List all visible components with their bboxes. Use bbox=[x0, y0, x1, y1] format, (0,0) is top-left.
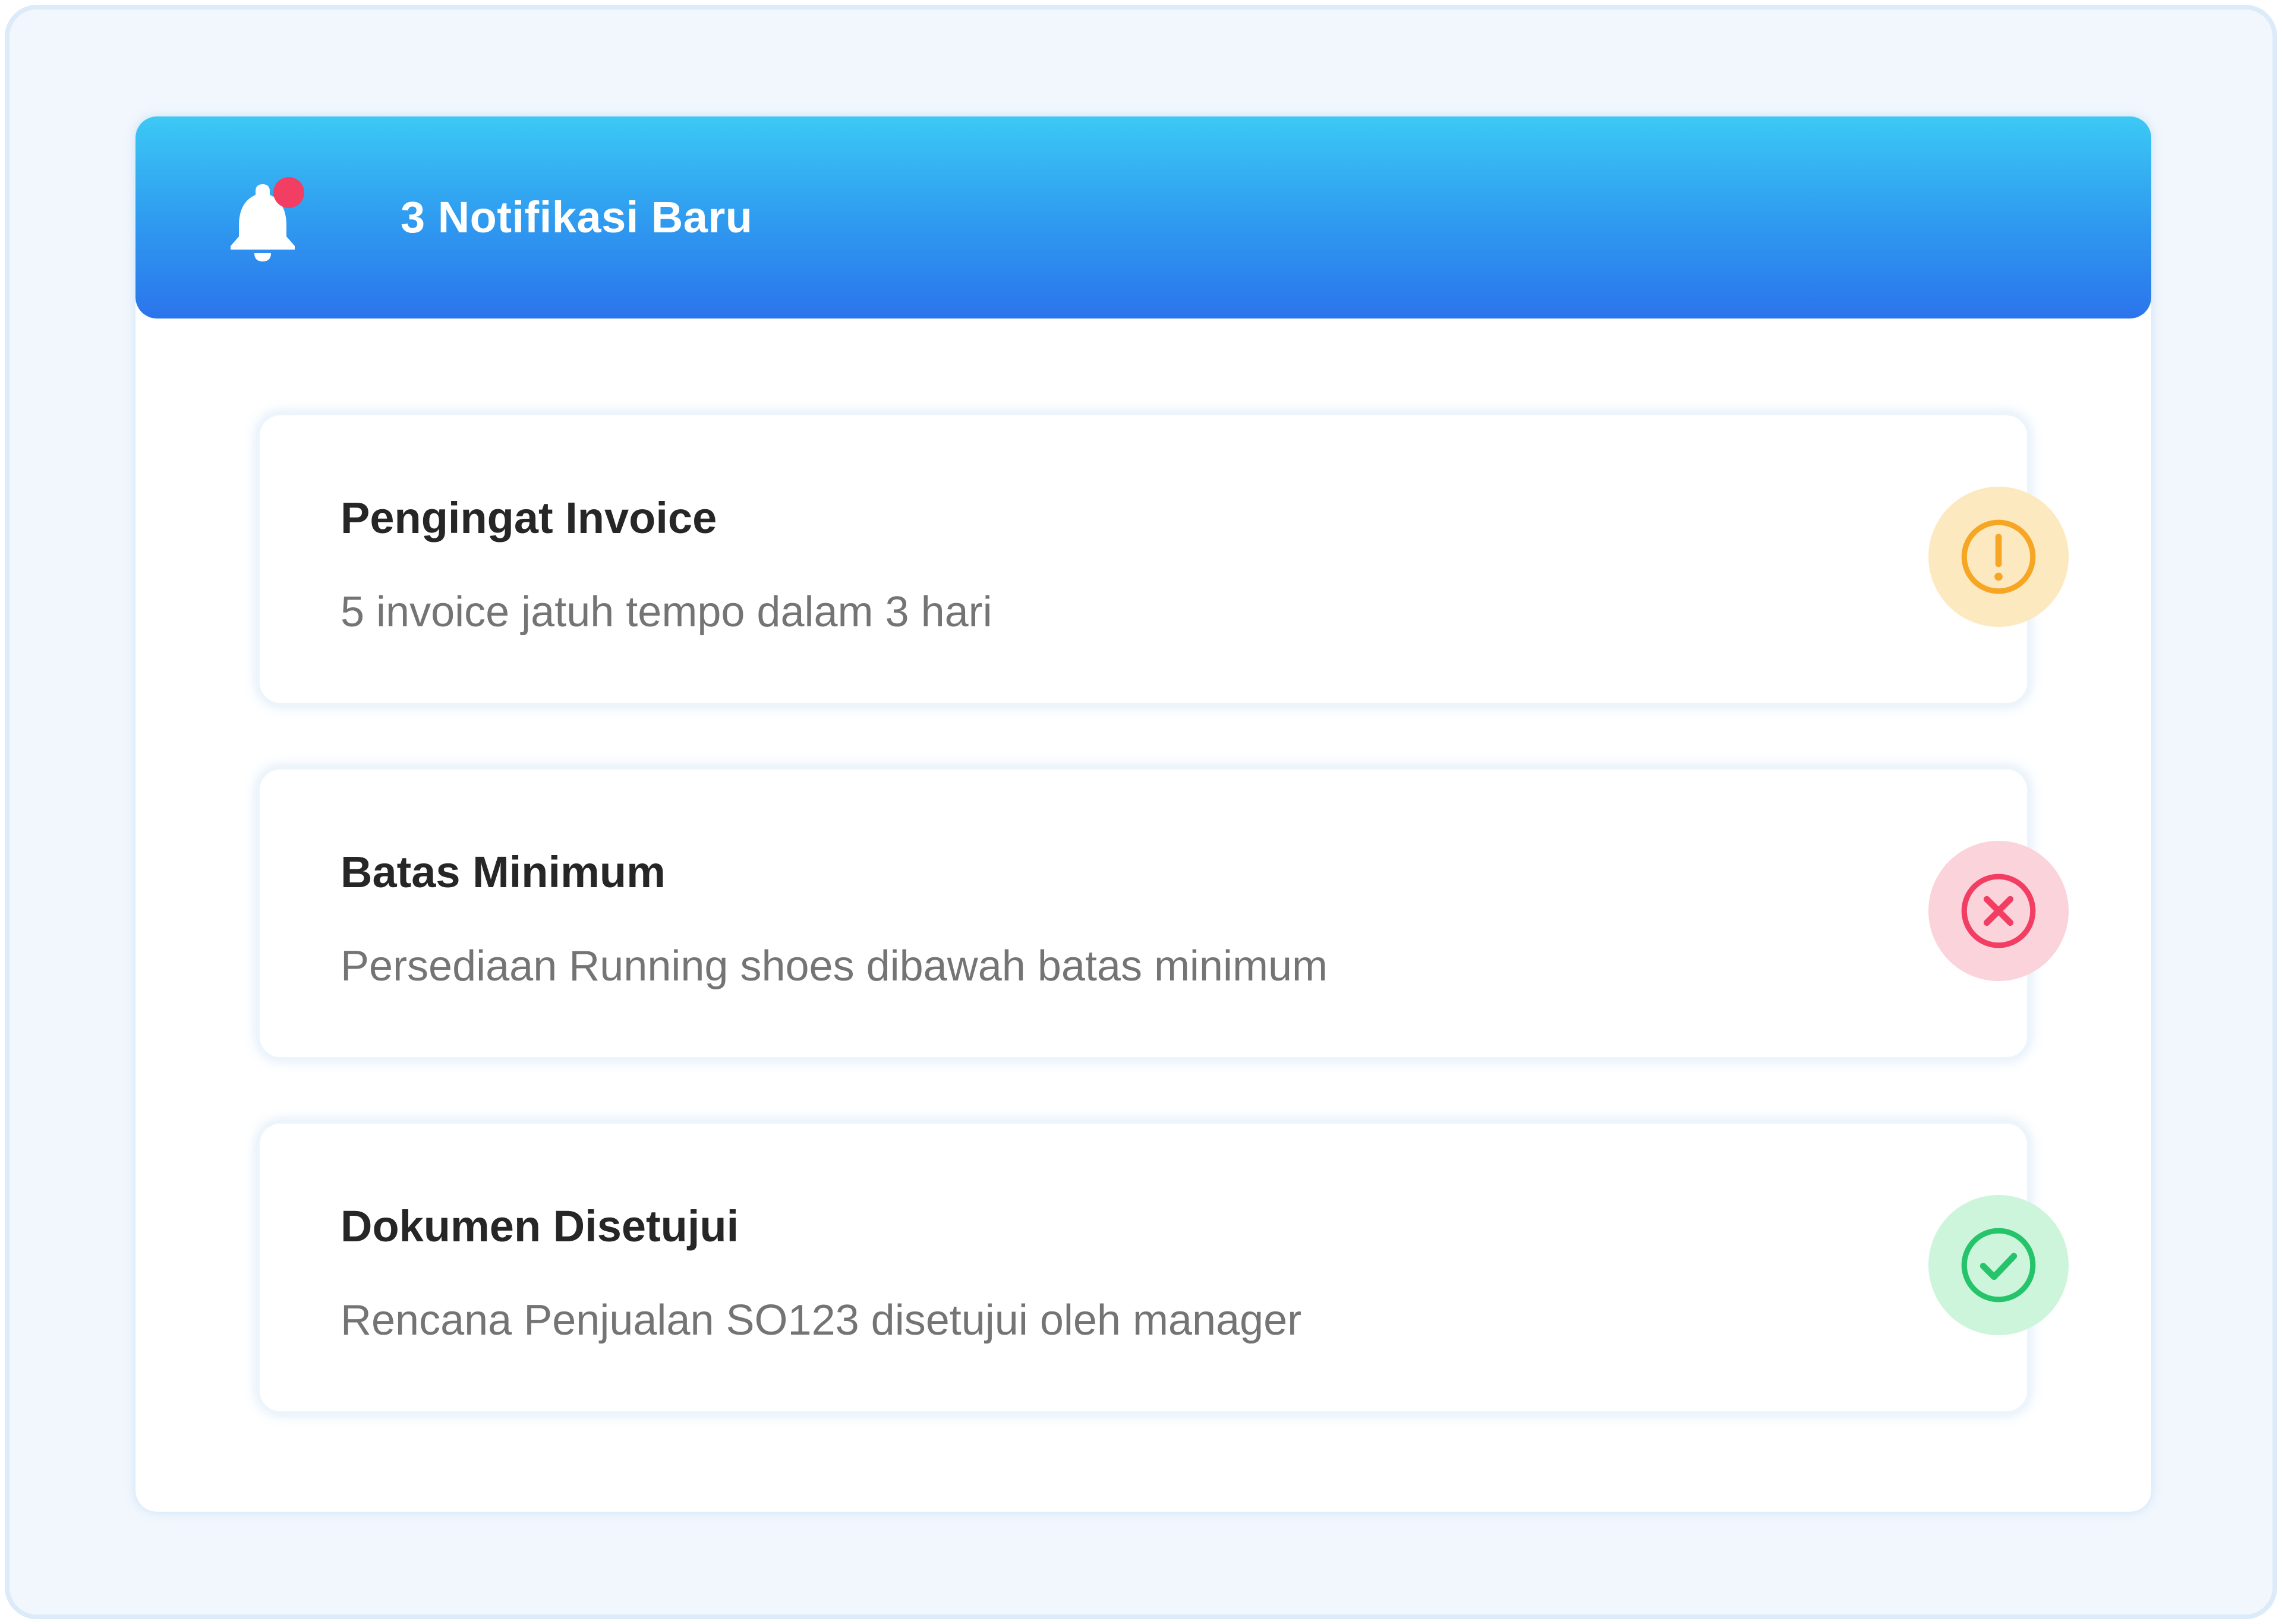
notification-description: Rencana Penjualan SO123 disetujui oleh m… bbox=[341, 1297, 1302, 1344]
notification-description: Persediaan Running shoes dibawah batas m… bbox=[341, 942, 1328, 990]
notification-card-invoice[interactable]: Pengingat Invoice 5 invoice jatuh tempo … bbox=[257, 412, 2069, 706]
notification-card-minimum-stock[interactable]: Batas Minimum Persediaan Running shoes d… bbox=[257, 767, 2069, 1060]
notification-title: Batas Minimum bbox=[341, 847, 666, 897]
notification-badge-dot bbox=[273, 177, 304, 208]
notification-panel: 3 Notifikasi Baru Pengingat Invoice 5 in… bbox=[135, 116, 2151, 1512]
notification-header: 3 Notifikasi Baru bbox=[135, 116, 2151, 319]
bell-icon[interactable] bbox=[219, 171, 314, 266]
x-circle-icon bbox=[1961, 874, 2036, 948]
notification-description: 5 invoice jatuh tempo dalam 3 hari bbox=[341, 588, 992, 636]
warning-status bbox=[1928, 487, 2069, 627]
notification-title: Pengingat Invoice bbox=[341, 493, 717, 543]
header-title: 3 Notifikasi Baru bbox=[401, 193, 753, 242]
error-status bbox=[1928, 841, 2069, 981]
notification-title: Dokumen Disetujui bbox=[341, 1202, 739, 1251]
success-status bbox=[1928, 1195, 2069, 1335]
check-circle-icon bbox=[1961, 1228, 2036, 1303]
notification-card-document-approved[interactable]: Dokumen Disetujui Rencana Penjualan SO12… bbox=[257, 1121, 2069, 1414]
exclamation-circle-icon bbox=[1961, 519, 2036, 594]
